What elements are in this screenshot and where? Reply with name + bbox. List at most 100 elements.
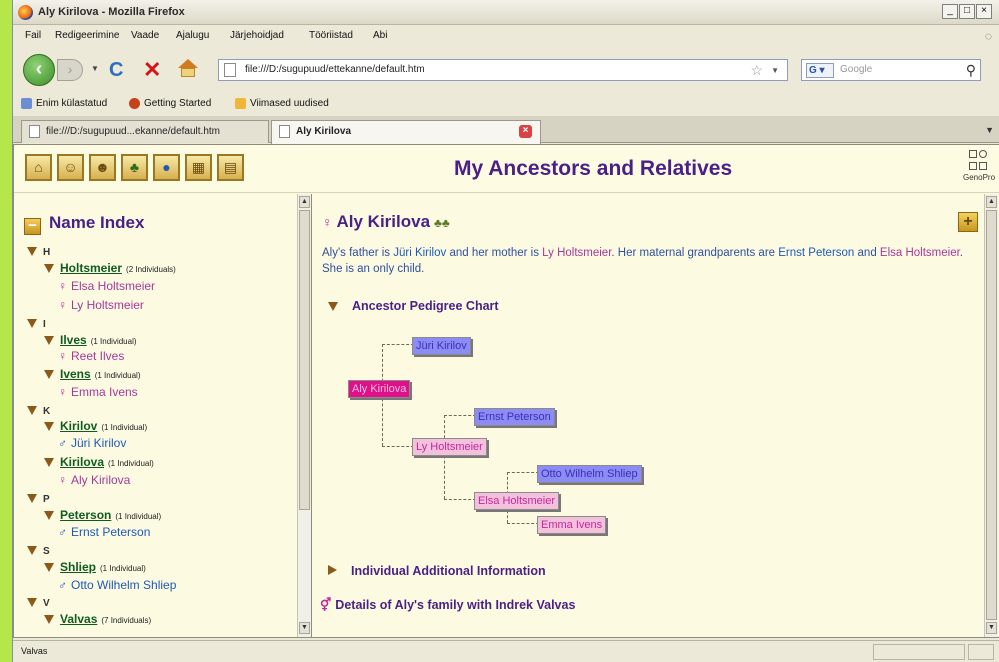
letter-p[interactable]: P xyxy=(27,491,50,505)
surname-kirilov[interactable]: Kirilov (1 Individual) xyxy=(44,419,147,433)
forward-button[interactable]: › xyxy=(57,59,83,81)
surname-shliep[interactable]: Shliep (1 Individual) xyxy=(44,560,146,574)
family-icon[interactable]: ☻ xyxy=(89,154,116,181)
letter-i[interactable]: I xyxy=(27,316,46,330)
close-tab-icon[interactable]: × xyxy=(519,125,532,138)
url-bar[interactable]: file:///D:/sugupuud/ettekanne/default.ht… xyxy=(218,59,788,81)
pedigree-self[interactable]: Aly Kirilova xyxy=(348,380,411,398)
reload-icon[interactable]: C xyxy=(109,59,123,82)
tree-icon[interactable]: ♣ xyxy=(121,154,148,181)
person-juri-kirilov[interactable]: ♂ Jüri Kirilov xyxy=(58,436,126,450)
home-icon[interactable]: ⌂ xyxy=(25,154,52,181)
calendar-icon[interactable]: ▦ xyxy=(185,154,212,181)
grandmother-link[interactable]: Elsa Holtsmeier xyxy=(880,247,960,259)
expand-all-button[interactable]: + xyxy=(958,212,978,232)
close-window-button[interactable]: × xyxy=(976,4,992,19)
letter-h[interactable]: H xyxy=(27,244,50,258)
menu-history[interactable]: Ajalugu xyxy=(176,30,209,41)
menu-help[interactable]: Abi xyxy=(373,30,387,41)
tab-aly-kirilova[interactable]: Aly Kirilova × xyxy=(271,120,541,144)
maximize-button[interactable]: □ xyxy=(959,4,975,19)
menu-bookmarks[interactable]: Järjehoidjad xyxy=(230,30,284,41)
pedigree-great-grandmother[interactable]: Emma Ivens xyxy=(537,516,607,534)
surname-link[interactable]: Shliep xyxy=(60,560,96,574)
tab-list-icon[interactable]: ▼ xyxy=(985,125,994,135)
family-section-header[interactable]: ⚥ Details of Aly's family with Indrek Val… xyxy=(320,597,575,612)
surname-valvas[interactable]: Valvas (7 Individuals) xyxy=(44,612,151,626)
search-input[interactable]: Google xyxy=(840,64,872,75)
person-emma-ivens[interactable]: ♀ Emma Ivens xyxy=(58,385,138,399)
person-link[interactable]: Otto Wilhelm Shliep xyxy=(71,578,176,592)
person-ernst-peterson[interactable]: ♂ Ernst Peterson xyxy=(58,525,150,539)
person-reet-ilves[interactable]: ♀ Reet Ilves xyxy=(58,349,124,363)
genopro-logo[interactable]: GenoPro xyxy=(963,149,995,187)
pedigree-maternal-grandmother[interactable]: Elsa Holtsmeier xyxy=(474,492,560,510)
pedigree-maternal-grandfather[interactable]: Ernst Peterson xyxy=(474,408,555,426)
pedigree-great-grandfather[interactable]: Otto Wilhelm Shliep xyxy=(537,465,642,483)
menu-tools[interactable]: Tööriistad xyxy=(309,30,353,41)
letter-v[interactable]: V xyxy=(27,595,50,609)
person-link[interactable]: Aly Kirilova xyxy=(71,473,130,487)
back-button[interactable]: ‹ xyxy=(23,54,55,86)
letter-s[interactable]: S xyxy=(27,543,50,557)
person-icon[interactable]: ☺ xyxy=(57,154,84,181)
detail-scrollbar[interactable]: ▲ ▼ xyxy=(984,194,998,637)
person-link[interactable]: Emma Ivens xyxy=(71,385,138,399)
map-icon[interactable]: ▤ xyxy=(217,154,244,181)
person-aly-kirilova[interactable]: ♀ Aly Kirilova xyxy=(58,473,130,487)
history-dropdown-icon[interactable]: ▼ xyxy=(91,64,99,73)
surname-link[interactable]: Holtsmeier xyxy=(60,261,122,275)
surname-link[interactable]: Peterson xyxy=(60,508,111,522)
surname-link[interactable]: Valvas xyxy=(60,612,97,626)
person-link[interactable]: Ernst Peterson xyxy=(71,525,150,539)
person-link[interactable]: Elsa Holtsmeier xyxy=(71,279,155,293)
person-ly-holtsmeier[interactable]: ♀ Ly Holtsmeier xyxy=(58,298,144,312)
scroll-thumb[interactable] xyxy=(299,210,310,510)
scroll-up-icon[interactable]: ▲ xyxy=(986,196,997,208)
letter-k[interactable]: K xyxy=(27,403,50,417)
search-box[interactable]: G ▾ Google ⚲ xyxy=(801,59,981,81)
scroll-down-icon[interactable]: ▼ xyxy=(299,622,310,634)
name-index-scrollbar[interactable]: ▲ ▼ xyxy=(297,194,311,637)
collapse-icon[interactable]: − xyxy=(24,218,41,235)
menu-file[interactable]: Fail xyxy=(25,30,41,41)
person-link[interactable]: Ly Holtsmeier xyxy=(71,298,144,312)
additional-info-section-header[interactable]: Individual Additional Information xyxy=(328,564,546,578)
person-link[interactable]: Jüri Kirilov xyxy=(71,436,126,450)
person-link[interactable]: Reet Ilves xyxy=(71,349,124,363)
pedigree-father[interactable]: Jüri Kirilov xyxy=(412,337,471,355)
father-link[interactable]: Jüri Kirilov xyxy=(393,247,446,259)
family-tree-icon[interactable]: ♣♣ xyxy=(434,216,450,230)
bookmark-most-visited[interactable]: Enim külastatud xyxy=(21,98,107,109)
scroll-thumb[interactable] xyxy=(986,210,997,620)
pedigree-mother[interactable]: Ly Holtsmeier xyxy=(412,438,487,456)
bookmark-latest-news[interactable]: Viimased uudised xyxy=(235,98,329,109)
search-engine-selector[interactable]: G ▾ xyxy=(806,63,834,78)
home-icon[interactable] xyxy=(178,59,198,77)
pedigree-section-header[interactable]: Ancestor Pedigree Chart xyxy=(328,299,499,313)
surname-holtsmeier[interactable]: Holtsmeier (2 Individuals) xyxy=(44,261,176,275)
tab-default[interactable]: file:///D:/sugupuud...ekanne/default.htm xyxy=(21,120,269,143)
minimize-button[interactable]: _ xyxy=(942,4,958,19)
scroll-up-icon[interactable]: ▲ xyxy=(299,196,310,208)
person-otto-wilhelm-shliep[interactable]: ♂ Otto Wilhelm Shliep xyxy=(58,578,176,592)
bookmark-getting-started[interactable]: Getting Started xyxy=(129,98,211,109)
menu-edit[interactable]: Redigeerimine xyxy=(55,30,119,41)
surname-ivens[interactable]: Ivens (1 Individual) xyxy=(44,367,141,381)
url-dropdown-icon[interactable]: ▼ xyxy=(771,66,779,75)
stop-icon[interactable]: ✕ xyxy=(143,57,161,83)
surname-link[interactable]: Ivens xyxy=(60,367,91,381)
globe-icon[interactable]: ● xyxy=(153,154,180,181)
surname-ilves[interactable]: Ilves (1 Individual) xyxy=(44,333,137,347)
surname-link[interactable]: Kirilova xyxy=(60,455,104,469)
surname-link[interactable]: Ilves xyxy=(60,333,87,347)
mother-link[interactable]: Ly Holtsmeier xyxy=(542,247,611,259)
scroll-down-icon[interactable]: ▼ xyxy=(986,622,997,634)
person-elsa-holtsmeier[interactable]: ♀ Elsa Holtsmeier xyxy=(58,279,155,293)
grandfather-link[interactable]: Ernst Peterson xyxy=(778,247,854,259)
menu-view[interactable]: Vaade xyxy=(131,30,159,41)
surname-link[interactable]: Kirilov xyxy=(60,419,97,433)
surname-kirilova[interactable]: Kirilova (1 Individual) xyxy=(44,455,154,469)
surname-peterson[interactable]: Peterson (1 Individual) xyxy=(44,508,161,522)
url-text[interactable]: file:///D:/sugupuud/ettekanne/default.ht… xyxy=(245,64,425,75)
